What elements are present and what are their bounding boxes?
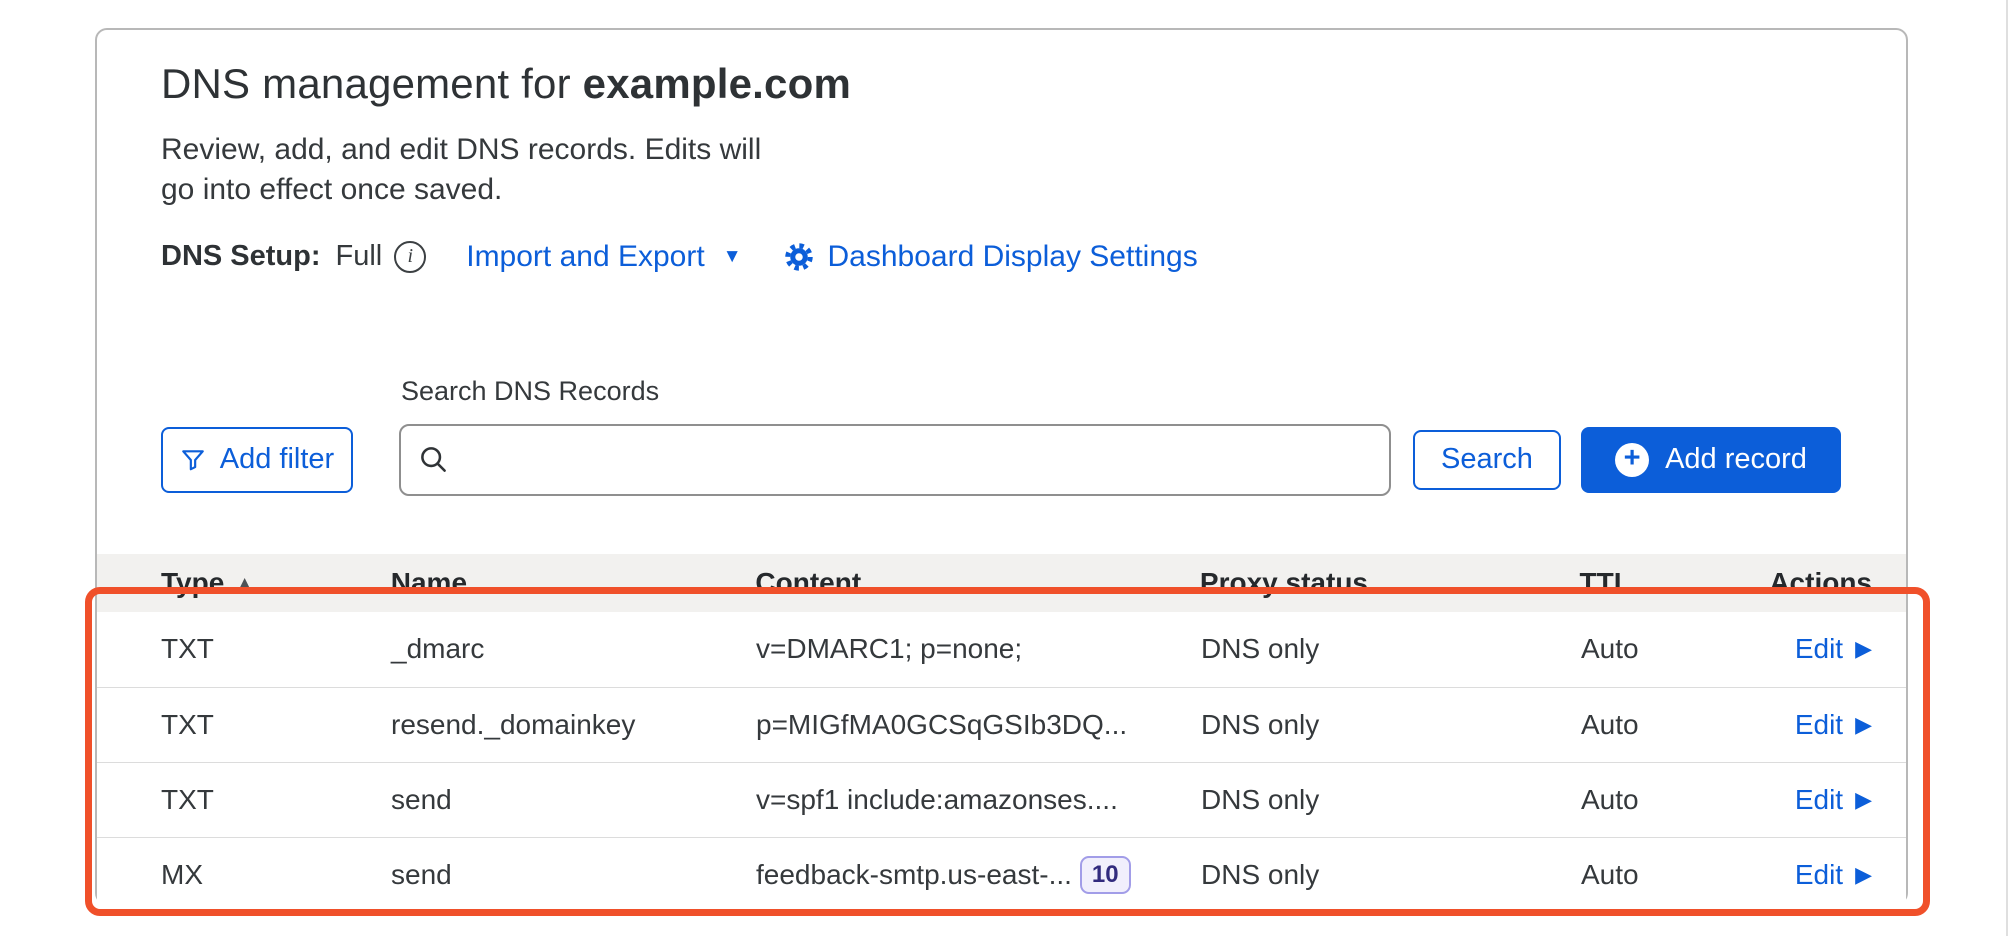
cell-content: v=spf1 include:amazonses.... — [756, 784, 1201, 816]
chevron-right-icon: ▶ — [1855, 862, 1872, 888]
add-record-button[interactable]: + Add record — [1581, 427, 1841, 493]
cell-content: p=MIGfMA0GCSqGSIb3DQ... — [756, 709, 1201, 741]
chevron-right-icon: ▶ — [1855, 636, 1872, 662]
gear-icon — [784, 242, 814, 272]
edit-record-button[interactable]: Edit ▶ — [1795, 784, 1872, 816]
plus-circle-icon: + — [1615, 443, 1649, 477]
dashboard-display-settings-label: Dashboard Display Settings — [828, 240, 1198, 274]
mx-priority-badge: 10 — [1080, 856, 1131, 894]
column-header-content: Content — [755, 567, 1200, 599]
add-filter-label: Add filter — [220, 443, 334, 476]
table-row-domainkey: TXT resend._domainkey p=MIGfMA0GCSqGSIb3… — [97, 687, 1906, 762]
dns-records-table: Type ▲ Name Content Proxy status TTL Act… — [97, 554, 1906, 912]
edit-record-button[interactable]: Edit ▶ — [1795, 633, 1872, 665]
add-filter-button[interactable]: Add filter — [161, 427, 353, 493]
cell-content: feedback-smtp.us-east-... 10 — [756, 856, 1201, 894]
dns-management-page: DNS management for example.com Review, a… — [0, 0, 2012, 936]
chevron-right-icon: ▶ — [1855, 787, 1872, 813]
import-export-label: Import and Export — [466, 240, 704, 274]
add-record-label: Add record — [1665, 443, 1807, 476]
cell-ttl: Auto — [1581, 784, 1771, 816]
description-line-1: Review, add, and edit DNS records. Edits… — [161, 130, 1906, 170]
table-row-spf: TXT send v=spf1 include:amazonses.... DN… — [97, 762, 1906, 837]
search-button[interactable]: Search — [1413, 430, 1561, 490]
cell-type: MX — [97, 859, 391, 891]
edit-record-button[interactable]: Edit ▶ — [1795, 709, 1872, 741]
cell-type: TXT — [97, 784, 391, 816]
cell-ttl: Auto — [1581, 633, 1771, 665]
cell-name: send — [391, 784, 756, 816]
filter-funnel-icon — [180, 447, 206, 473]
cell-name: _dmarc — [391, 633, 756, 665]
cell-proxy-status: DNS only — [1201, 709, 1581, 741]
cell-type: TXT — [97, 633, 391, 665]
dns-setup-value: Full — [336, 240, 383, 273]
page-edge-divider — [2006, 0, 2008, 936]
cell-type: TXT — [97, 709, 391, 741]
description-line-2: go into effect once saved. — [161, 170, 1906, 210]
column-header-proxy-status: Proxy status — [1200, 567, 1580, 599]
edit-label: Edit — [1795, 709, 1843, 741]
cell-content-text: feedback-smtp.us-east-... — [756, 859, 1072, 891]
cell-name: send — [391, 859, 756, 891]
table-row-mx: MX send feedback-smtp.us-east-... 10 DNS… — [97, 837, 1906, 912]
sort-ascending-icon: ▲ — [236, 573, 253, 593]
chevron-right-icon: ▶ — [1855, 712, 1872, 738]
search-input-label: Search DNS Records — [401, 376, 659, 407]
column-header-type[interactable]: Type ▲ — [97, 567, 391, 599]
table-header-row: Type ▲ Name Content Proxy status TTL Act… — [97, 554, 1906, 612]
import-export-link[interactable]: Import and Export ▼ — [466, 240, 741, 274]
cell-proxy-status: DNS only — [1201, 784, 1581, 816]
edit-label: Edit — [1795, 784, 1843, 816]
domain-name: example.com — [583, 60, 851, 107]
page-title: DNS management for example.com — [161, 60, 1906, 108]
search-input[interactable] — [399, 424, 1391, 496]
chevron-down-icon: ▼ — [723, 246, 742, 268]
column-header-name: Name — [391, 567, 756, 599]
cell-proxy-status: DNS only — [1201, 859, 1581, 891]
page-description: Review, add, and edit DNS records. Edits… — [161, 130, 1906, 210]
cell-ttl: Auto — [1581, 709, 1771, 741]
dns-setup-row: DNS Setup: Full i Import and Export ▼ Da… — [161, 240, 1906, 274]
cell-proxy-status: DNS only — [1201, 633, 1581, 665]
dns-setup-label: DNS Setup: — [161, 240, 321, 273]
search-button-label: Search — [1441, 443, 1533, 476]
column-header-type-label: Type — [161, 567, 224, 599]
search-toolbar: Add filter Search DNS Records Search + A… — [161, 424, 1906, 496]
edit-label: Edit — [1795, 859, 1843, 891]
cell-ttl: Auto — [1581, 859, 1771, 891]
column-header-ttl: TTL — [1580, 567, 1770, 599]
cell-name: resend._domainkey — [391, 709, 756, 741]
dashboard-display-settings-link[interactable]: Dashboard Display Settings — [784, 240, 1198, 274]
cell-content: v=DMARC1; p=none; — [756, 633, 1201, 665]
page-title-prefix: DNS management for — [161, 60, 583, 107]
edit-label: Edit — [1795, 633, 1843, 665]
search-input-wrap: Search DNS Records — [399, 424, 1391, 496]
table-row-dmarc: TXT _dmarc v=DMARC1; p=none; DNS only Au… — [97, 612, 1906, 687]
column-header-actions: Actions — [1769, 567, 1906, 599]
dns-management-card: DNS management for example.com Review, a… — [95, 28, 1908, 905]
info-icon[interactable]: i — [394, 241, 426, 273]
edit-record-button[interactable]: Edit ▶ — [1795, 859, 1872, 891]
